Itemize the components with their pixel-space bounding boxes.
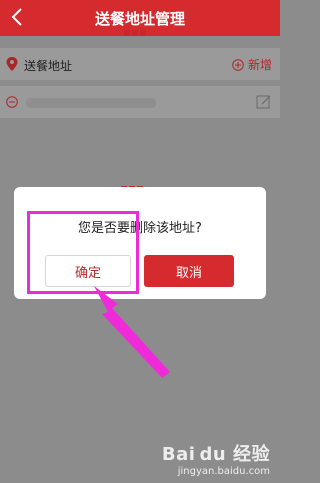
address-text-redacted: [26, 98, 156, 108]
edit-icon[interactable]: [256, 94, 272, 110]
add-circle-icon: [232, 58, 244, 71]
address-section-header: 送餐地址 新增: [0, 48, 280, 80]
address-list-item[interactable]: [0, 86, 280, 118]
add-address-button[interactable]: 新增: [232, 56, 272, 73]
highlight-box: [27, 211, 139, 294]
location-pin-icon: [6, 57, 18, 71]
watermark-logo: Bai du 经验: [161, 444, 270, 465]
address-section-label: 送餐地址: [24, 59, 73, 73]
add-address-label: 新增: [247, 58, 272, 72]
baidu-watermark: Bai du 经验 jingyan.baidu.com: [162, 440, 270, 477]
header-decoration: [124, 30, 146, 36]
page-title: 送餐地址管理: [94, 10, 185, 28]
minus-circle-icon[interactable]: [6, 96, 18, 108]
watermark-url: jingyan.baidu.com: [177, 466, 270, 477]
cancel-button[interactable]: 取消: [144, 255, 234, 287]
